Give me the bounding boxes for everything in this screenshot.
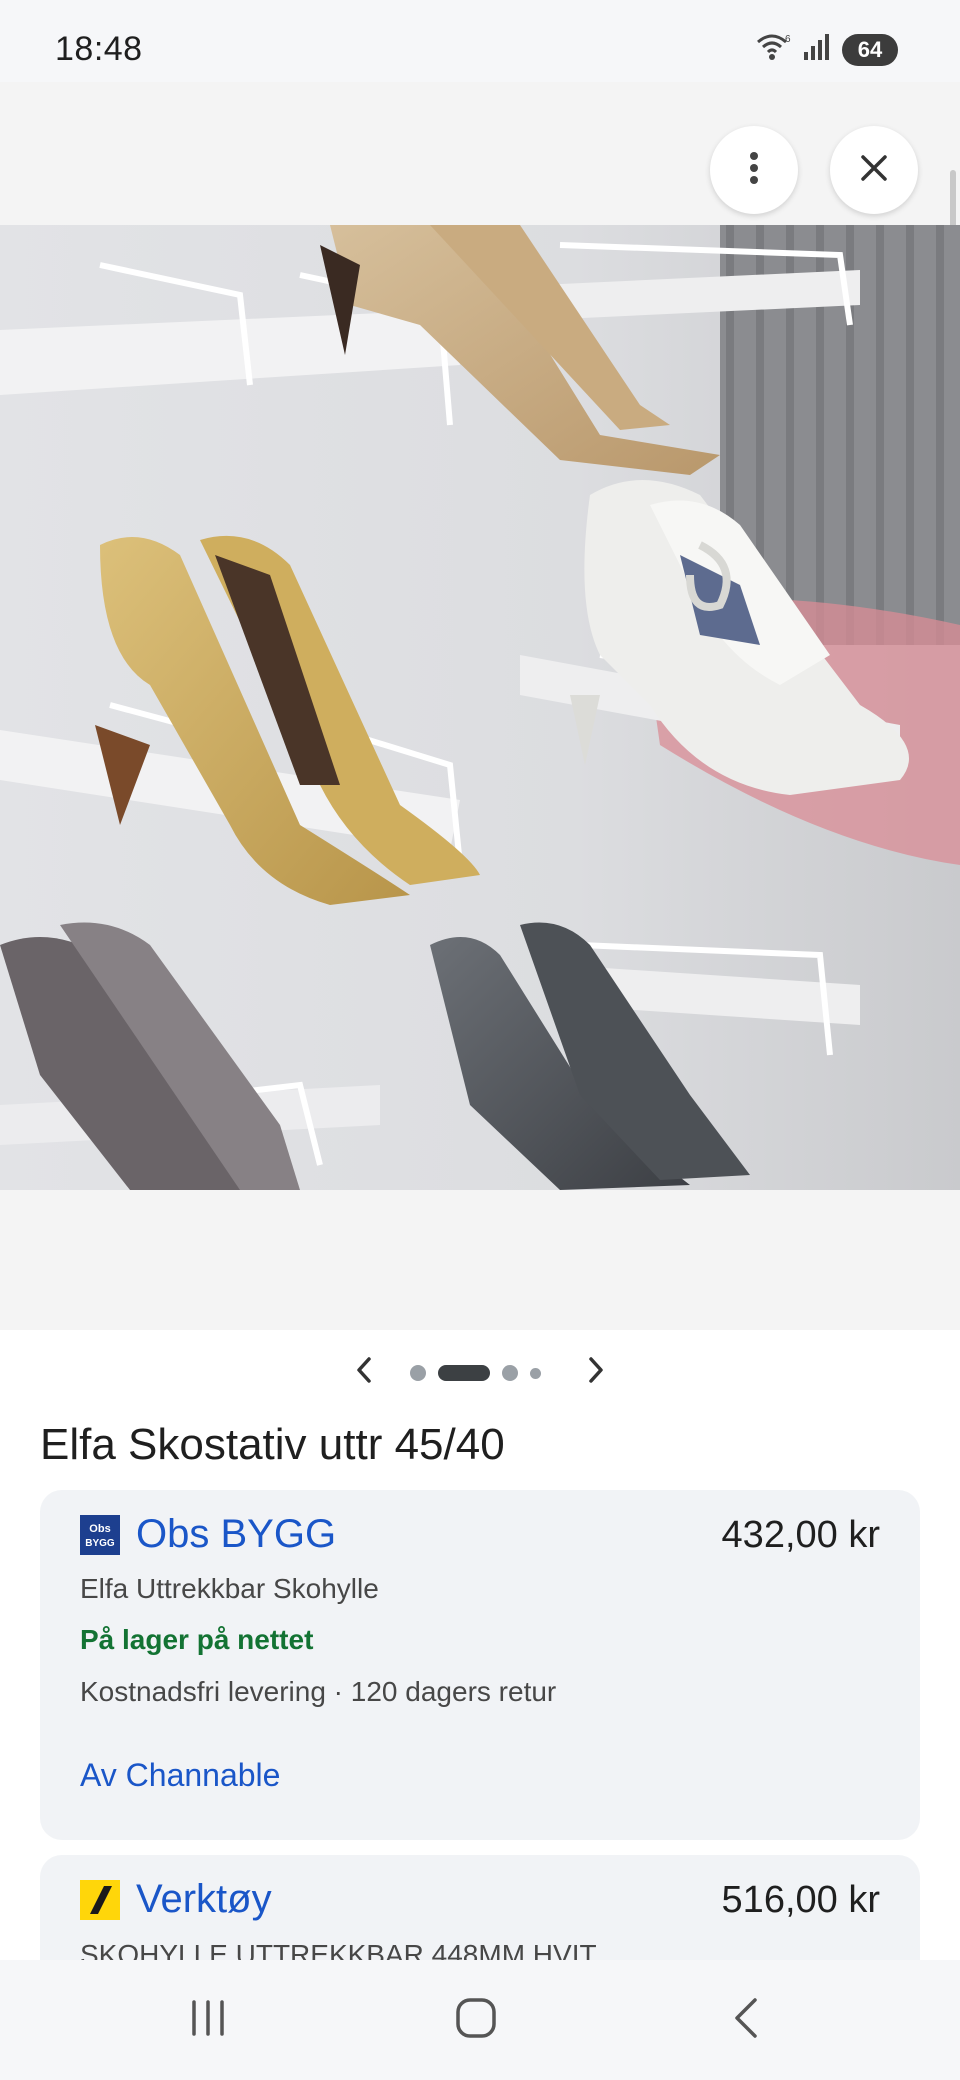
carousel-dots (410, 1365, 541, 1381)
carousel-dot-active[interactable] (438, 1365, 490, 1381)
channable-link[interactable]: Av Channable (80, 1757, 280, 1794)
more-options-button[interactable] (710, 126, 798, 214)
merchant-name[interactable]: Verktøy (136, 1877, 272, 1922)
chevron-right-icon (586, 1356, 606, 1389)
status-icons: 6 64 (756, 32, 898, 67)
carousel-prev-button[interactable] (340, 1348, 388, 1396)
recents-button[interactable] (168, 1990, 248, 2050)
offer-card[interactable]: Obs BYGG Obs BYGG 432,00 kr Elfa Uttrekk… (40, 1490, 920, 1840)
merchant-row[interactable]: Verktøy (80, 1877, 272, 1922)
battery-icon: 64 (842, 33, 898, 66)
offer-price: 432,00 kr (721, 1514, 880, 1556)
wifi-icon: 6 (756, 32, 792, 67)
offer-price: 516,00 kr (721, 1879, 880, 1921)
merchant-name[interactable]: Obs BYGG (136, 1512, 336, 1557)
back-icon (731, 1996, 761, 2045)
carousel-next-button[interactable] (572, 1348, 620, 1396)
merchant-row[interactable]: Obs BYGG Obs BYGG (80, 1512, 336, 1557)
shipping-info: Kostnadsfri levering · 120 dagers retur (80, 1676, 557, 1707)
svg-text:BYGG: BYGG (85, 1538, 115, 1549)
offer-product-name: Elfa Uttrekkbar Skohylle (80, 1573, 379, 1604)
status-time: 18:48 (55, 30, 143, 68)
carousel-dot[interactable] (530, 1367, 541, 1379)
home-icon (454, 1996, 498, 2045)
status-bar: 18:48 6 64 (0, 0, 960, 82)
more-vert-icon (748, 150, 760, 191)
home-button[interactable] (436, 1990, 516, 2050)
stock-status: På lager på nettet (80, 1624, 314, 1655)
signal-icon (802, 32, 832, 67)
verktoy-logo (80, 1879, 120, 1920)
carousel-dot[interactable] (502, 1365, 518, 1381)
product-photo[interactable] (0, 225, 960, 1190)
product-sheet: Elfa Skostativ uttr 45/40 Obs BYGG Obs B… (0, 1330, 960, 1995)
recents-icon (186, 1998, 230, 2043)
close-icon (859, 153, 889, 188)
product-title: Elfa Skostativ uttr 45/40 (40, 1420, 505, 1469)
chevron-left-icon (354, 1356, 374, 1389)
system-nav-bar (0, 1960, 960, 2080)
obs-bygg-logo: Obs BYGG (80, 1514, 120, 1555)
svg-text:6: 6 (785, 34, 791, 45)
svg-text:Obs: Obs (89, 1523, 110, 1535)
close-button[interactable] (830, 126, 918, 214)
back-button[interactable] (706, 1990, 786, 2050)
carousel-dot[interactable] (410, 1365, 426, 1381)
